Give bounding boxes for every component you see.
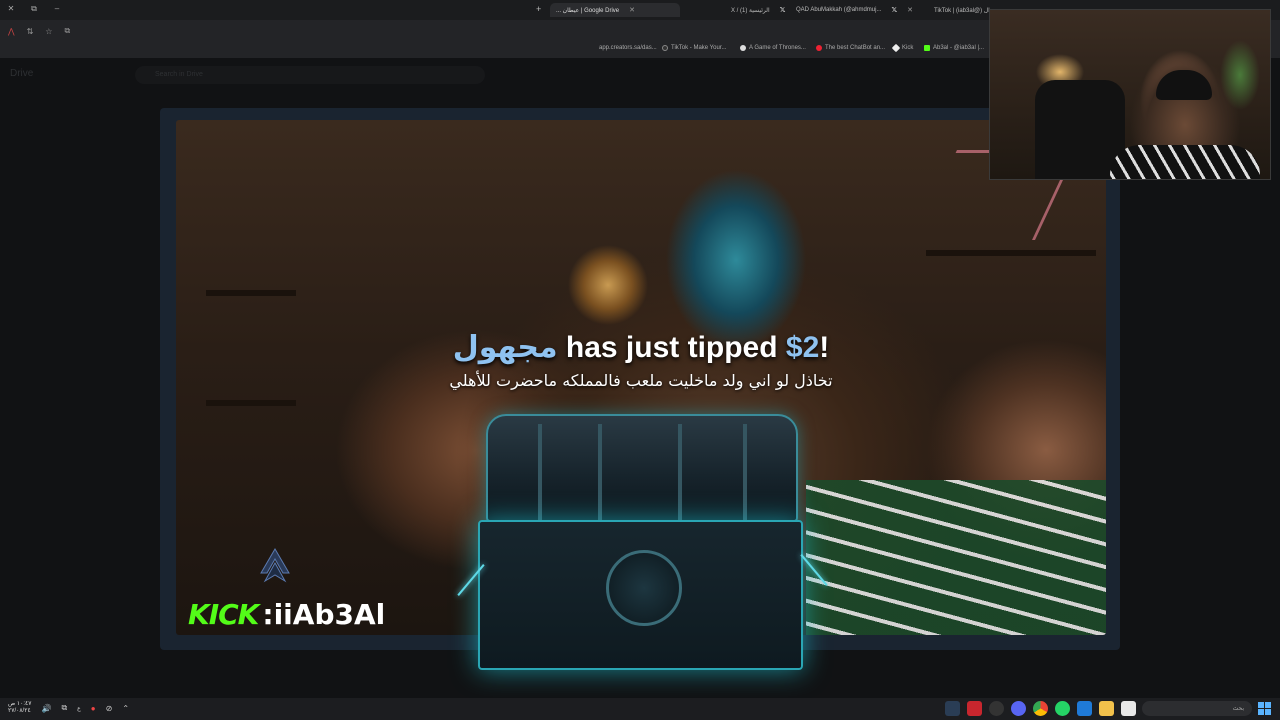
streamer-shirt [1110,145,1260,179]
system-tray: ١٠:٤٧ ص ٢٧/٠٨/٢٤ 🔊 ⧉ ع ● ⊘ ⌃ [8,701,129,715]
language-indicator[interactable]: ع [77,705,81,712]
chest-rib [678,424,682,524]
tiktok-icon [662,45,668,51]
whatsapp-icon[interactable] [1055,701,1070,716]
camera-off-icon[interactable]: ⊘ [106,704,113,713]
youtube-icon [816,45,822,51]
pinned-apps [945,701,1136,716]
shelf [206,290,296,296]
bookmark-label: TikTok - Make Your... [671,45,727,51]
windows-taskbar: ١٠:٤٧ ص ٢٧/٠٨/٢٤ 🔊 ⧉ ع ● ⊘ ⌃ بحث [0,698,1280,720]
webcam-overlay [989,9,1271,180]
tip-action-text: has just tipped [557,331,786,364]
tab-google-drive[interactable]: ... عيطان | Google Drive ✕ [550,3,680,17]
obs-icon[interactable] [989,701,1004,716]
tip-suffix: ! [819,331,830,364]
screen-icon[interactable]: ⧉ [64,26,70,36]
close-window-icon[interactable]: ✕ [4,4,18,13]
close-tab-icon[interactable]: ✕ [907,6,913,14]
diamond-icon [891,43,901,53]
plant [1220,40,1260,110]
tab-x-home[interactable]: X / (1) الرئيسية 𝕏 [725,3,791,17]
bookmark-kick[interactable]: Kick [891,43,914,53]
tab-label: ... عيطان | Google Drive [556,7,620,14]
extension-icon[interactable]: ⋀ [8,27,15,36]
chevron-up-icon[interactable]: ⌃ [122,704,129,713]
microphone-icon[interactable]: ● [91,704,96,713]
volume-icon[interactable]: 🔊 [41,704,51,713]
clock[interactable]: ١٠:٤٧ ص ٢٧/٠٨/٢٤ [8,701,31,715]
tip-alert-title: مجهول has just tipped $2! [176,330,1106,365]
tab-x-profile[interactable]: QAD AbuMakkah (@ahmdmuj... 𝕏 ✕ [790,3,919,17]
kick-logo: KICK [188,598,259,631]
x-logo-icon: 𝕏 [891,7,898,14]
clock-date: ٢٧/٠٨/٢٤ [8,708,31,714]
streamer-logo-icon [260,548,290,583]
new-tab-icon[interactable]: + [536,4,541,14]
kick-handle: :iiAb3Al [262,598,386,631]
striped-jersey [806,480,1106,635]
shelf [206,400,296,406]
bookmark-got[interactable]: A Game of Thrones... [740,45,806,51]
tip-amount: $2 [785,331,820,364]
close-tab-icon[interactable]: ✕ [629,6,635,14]
bookmark-ab3al[interactable]: Ab3al - @iab3al |... [924,45,984,51]
bookmark-chatbot[interactable]: The best ChatBot an... [816,45,885,51]
x-logo-icon: 𝕏 [779,7,786,14]
mail-icon[interactable] [1077,701,1092,716]
taskbar-search-input[interactable]: بحث [1142,701,1252,716]
chrome-icon[interactable] [1033,701,1048,716]
clock-time: ١٠:٤٧ ص [8,701,32,707]
bookmark-label: The best ChatBot an... [825,45,886,51]
steam-icon[interactable] [945,701,960,716]
bookmark-creators[interactable]: app.creators.sa/das... [599,45,657,51]
tipper-username: مجهول [452,330,558,365]
chest-rib [538,424,542,524]
chest-lid [486,414,798,524]
tab-label: TikTok | (iab3al@) ال... [934,7,995,14]
drive-logo: Drive [10,68,34,79]
chest-rib [598,424,602,524]
bookmark-label: app.creators.sa/das... [599,45,657,51]
store-icon[interactable] [1121,701,1136,716]
app-red-icon[interactable] [967,701,982,716]
tab-label: X / (1) الرئيسية [731,7,770,14]
drive-search-input[interactable]: Search in Drive [135,66,485,84]
chest-rib [743,424,747,524]
windows-start-icon[interactable] [1258,702,1271,715]
shelf [926,250,1096,256]
treasure-chest-graphic [457,410,828,680]
tip-message: تخاذل لو اني ولد ماخليت ملعب فالمملكه ما… [449,371,833,390]
bookmark-label: A Game of Thrones... [749,45,806,51]
drive-sidebar: Drive [10,68,120,89]
folder-icon[interactable] [1099,701,1114,716]
bookmark-label: Ab3al - @iab3al |... [933,45,985,51]
network-icon[interactable]: ⧉ [61,703,67,713]
tiktok-icon [740,45,746,51]
minimize-window-icon[interactable]: – [50,4,64,13]
streamer-hair [1156,70,1212,100]
kick-channel-banner: KICK :iiAb3Al [188,598,385,631]
restore-window-icon[interactable]: ⧉ [27,4,41,14]
star-icon[interactable]: ☆ [45,27,52,36]
bookmark-tiktok[interactable]: TikTok - Make Your... [662,45,726,51]
kick-icon [924,45,930,51]
tab-label: QAD AbuMakkah (@ahmdmuj... [796,7,882,13]
bookmark-label: Kick [902,45,914,51]
chest-emblem [606,550,682,626]
extension-icon[interactable]: ⇅ [27,27,34,36]
discord-icon[interactable] [1011,701,1026,716]
